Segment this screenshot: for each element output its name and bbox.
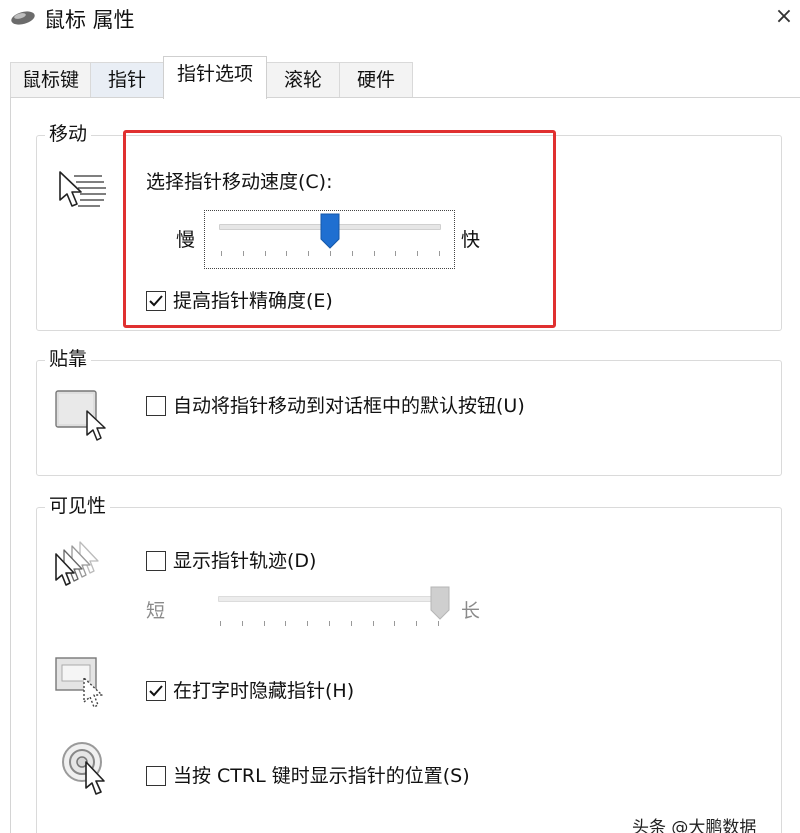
tab-pointer-options[interactable]: 指针选项 bbox=[163, 56, 267, 99]
slider-tick bbox=[241, 621, 243, 626]
slider-tick bbox=[394, 621, 396, 626]
slider-tick bbox=[416, 621, 418, 626]
pointer-speed-label: 选择指针移动速度(C): bbox=[146, 171, 333, 193]
mouse-icon bbox=[11, 11, 35, 25]
slider-thumb[interactable] bbox=[320, 213, 340, 249]
close-button[interactable]: × bbox=[768, 0, 800, 36]
enhance-precision-checkbox[interactable] bbox=[146, 291, 166, 311]
slider-tick bbox=[308, 251, 310, 256]
tab-strip: 鼠标键 指针 指针选项 滚轮 硬件 bbox=[0, 56, 800, 99]
visibility-group-title: 可见性 bbox=[45, 492, 111, 520]
slider-tick bbox=[330, 251, 331, 256]
slider-tick bbox=[220, 621, 221, 626]
slow-label: 慢 bbox=[176, 229, 196, 251]
slider-tick bbox=[264, 251, 266, 256]
window-title: 鼠标 属性 bbox=[44, 8, 135, 32]
short-label: 短 bbox=[146, 600, 166, 622]
slider-tick bbox=[351, 251, 353, 256]
hide-pointer-icon bbox=[55, 657, 103, 708]
mouse-properties-window: 鼠标 属性 × 鼠标键 指针 指针选项 滚轮 硬件 移动 选择指针移动速度(C)… bbox=[0, 0, 800, 833]
snap-to-group-title: 贴靠 bbox=[45, 345, 92, 373]
auto-snap-checkbox[interactable] bbox=[146, 396, 166, 416]
slider-tick bbox=[373, 251, 375, 256]
motion-group-title: 移动 bbox=[45, 120, 92, 148]
pointer-trails-icon bbox=[55, 541, 99, 586]
trail-length-slider[interactable] bbox=[204, 585, 455, 629]
show-location-ctrl-label: 当按 CTRL 键时显示指针的位置(S) bbox=[173, 765, 470, 787]
hide-while-typing-label: 在打字时隐藏指针(H) bbox=[173, 680, 355, 702]
slider-tick bbox=[307, 621, 309, 626]
slider-tick bbox=[417, 251, 419, 256]
long-label: 长 bbox=[461, 600, 481, 622]
watermark-text: 头条 @大鹏数据 bbox=[632, 818, 757, 833]
slider-tick bbox=[263, 621, 265, 626]
slider-tick bbox=[372, 621, 374, 626]
tab-hardware[interactable]: 硬件 bbox=[339, 62, 413, 98]
hide-while-typing-checkbox[interactable] bbox=[146, 681, 166, 701]
pointer-trails-label: 显示指针轨迹(D) bbox=[173, 550, 317, 572]
pointer-speed-slider[interactable] bbox=[204, 210, 455, 269]
enhance-precision-label: 提高指针精确度(E) bbox=[173, 290, 333, 312]
auto-snap-label: 自动将指针移动到对话框中的默认按钮(U) bbox=[173, 395, 525, 417]
fast-label: 快 bbox=[461, 229, 481, 251]
slider-tick bbox=[286, 251, 288, 256]
slider-tick bbox=[329, 621, 330, 626]
trail-slider-thumb[interactable] bbox=[430, 586, 450, 620]
slider-tick bbox=[221, 251, 222, 256]
tab-pointers[interactable]: 指针 bbox=[90, 62, 164, 98]
trail-slider-track bbox=[218, 596, 440, 602]
check-icon bbox=[149, 685, 163, 697]
check-icon bbox=[149, 295, 163, 307]
show-location-ctrl-checkbox[interactable] bbox=[146, 766, 166, 786]
slider-tick bbox=[438, 621, 439, 626]
pointer-trails-checkbox[interactable] bbox=[146, 551, 166, 571]
slider-tick bbox=[285, 621, 287, 626]
locate-pointer-icon bbox=[62, 742, 105, 795]
slider-tick bbox=[439, 251, 440, 256]
tab-buttons[interactable]: 鼠标键 bbox=[10, 62, 91, 98]
tab-wheel[interactable]: 滚轮 bbox=[266, 62, 340, 98]
slider-tick bbox=[242, 251, 244, 256]
title-bar: 鼠标 属性 × bbox=[0, 0, 800, 44]
slider-tick bbox=[395, 251, 397, 256]
pointer-speed-icon bbox=[59, 171, 106, 207]
snap-to-icon bbox=[55, 390, 106, 441]
slider-tick bbox=[350, 621, 352, 626]
